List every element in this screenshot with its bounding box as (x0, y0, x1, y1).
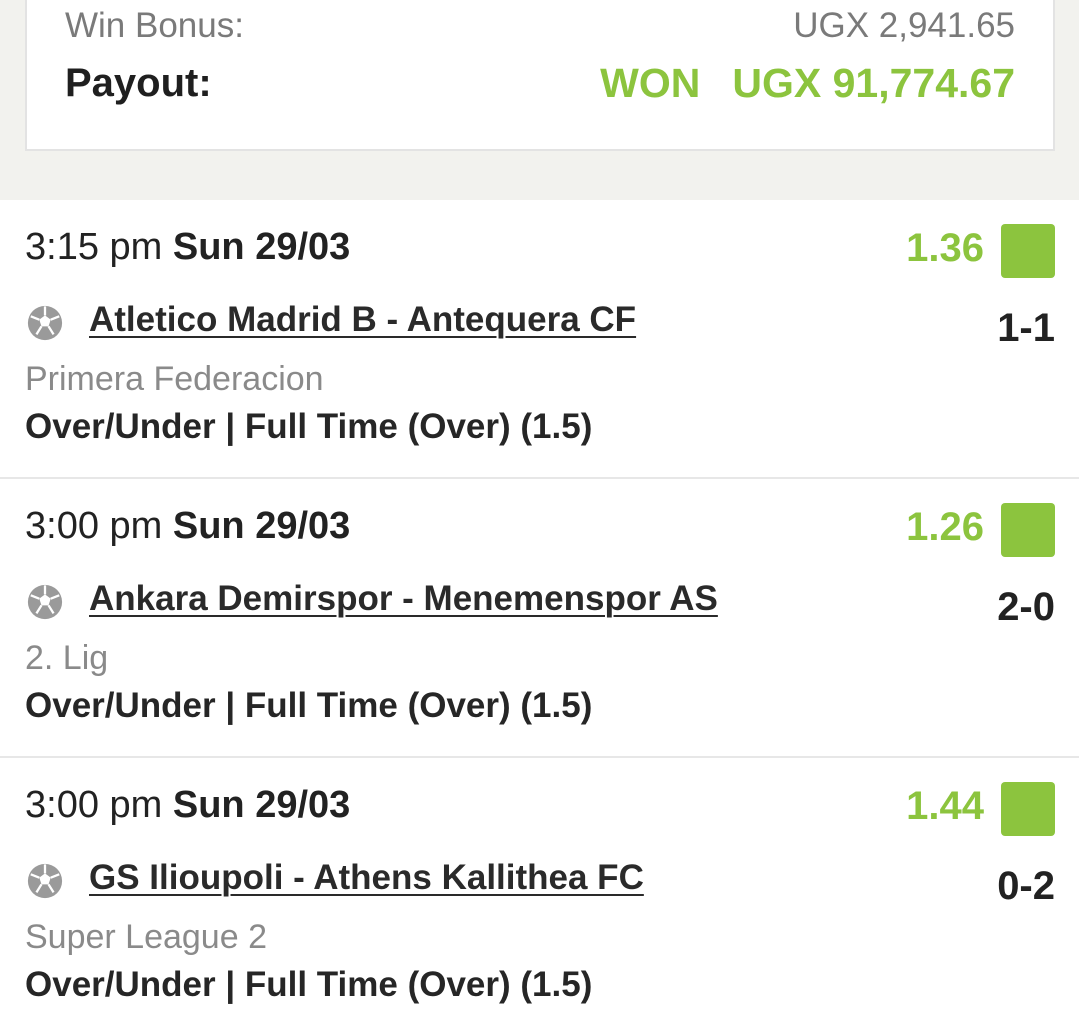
soccer-ball-icon (27, 305, 63, 341)
soccer-ball-icon (27, 863, 63, 899)
match-datetime: 3:15 pm Sun 29/03 (25, 226, 350, 269)
payout-values: WON UGX 91,774.67 (600, 60, 1015, 107)
payout-label: Payout: (65, 60, 212, 105)
match-item[interactable]: 3:15 pm Sun 29/03 1.36 Atletico Madrid B… (0, 200, 1079, 479)
win-bonus-row: Win Bonus: UGX 2,941.65 (65, 4, 1015, 48)
match-market: Over/Under | Full Time (Over) (1.5) (25, 965, 593, 1004)
match-datetime: 3:00 pm Sun 29/03 (25, 784, 350, 827)
match-league: Super League 2 (25, 918, 267, 956)
payout-status: WON (600, 59, 701, 106)
match-league: 2. Lig (25, 639, 109, 677)
match-teams-link[interactable]: GS Ilioupoli - Athens Kallithea FC (89, 858, 644, 898)
match-date: Sun 29/03 (172, 226, 351, 268)
match-time: 3:00 pm (25, 784, 163, 826)
match-teams-link[interactable]: Atletico Madrid B - Antequera CF (89, 300, 636, 340)
match-score: 2-0 (997, 585, 1055, 629)
match-market: Over/Under | Full Time (Over) (1.5) (25, 407, 593, 446)
match-score: 1-1 (997, 306, 1055, 350)
win-bonus-value: UGX 2,941.65 (793, 6, 1015, 45)
match-item[interactable]: 3:00 pm Sun 29/03 1.26 Ankara Demirspor … (0, 479, 1079, 758)
won-status-icon (1001, 224, 1055, 278)
match-teams-link[interactable]: Ankara Demirspor - Menemenspor AS (89, 579, 718, 619)
payout-amount: UGX 91,774.67 (732, 59, 1015, 106)
match-odds: 1.26 (906, 505, 984, 549)
win-bonus-label: Win Bonus: (65, 6, 244, 45)
payout-row: Payout: WON UGX 91,774.67 (65, 58, 1015, 108)
match-time: 3:15 pm (25, 226, 163, 268)
match-league: Primera Federacion (25, 360, 324, 398)
match-date: Sun 29/03 (172, 505, 351, 547)
match-date: Sun 29/03 (172, 784, 351, 826)
match-datetime: 3:00 pm Sun 29/03 (25, 505, 350, 548)
match-item[interactable]: 3:00 pm Sun 29/03 1.44 GS Ilioupoli - At… (0, 758, 1079, 1024)
match-market: Over/Under | Full Time (Over) (1.5) (25, 686, 593, 725)
match-time: 3:00 pm (25, 505, 163, 547)
match-score: 0-2 (997, 864, 1055, 908)
soccer-ball-icon (27, 584, 63, 620)
bet-summary-card: Win Bonus: UGX 2,941.65 Payout: WON UGX … (25, 0, 1055, 151)
won-status-icon (1001, 782, 1055, 836)
match-list: 3:15 pm Sun 29/03 1.36 Atletico Madrid B… (0, 200, 1079, 1024)
won-status-icon (1001, 503, 1055, 557)
match-odds: 1.36 (906, 226, 984, 270)
match-odds: 1.44 (906, 784, 984, 828)
